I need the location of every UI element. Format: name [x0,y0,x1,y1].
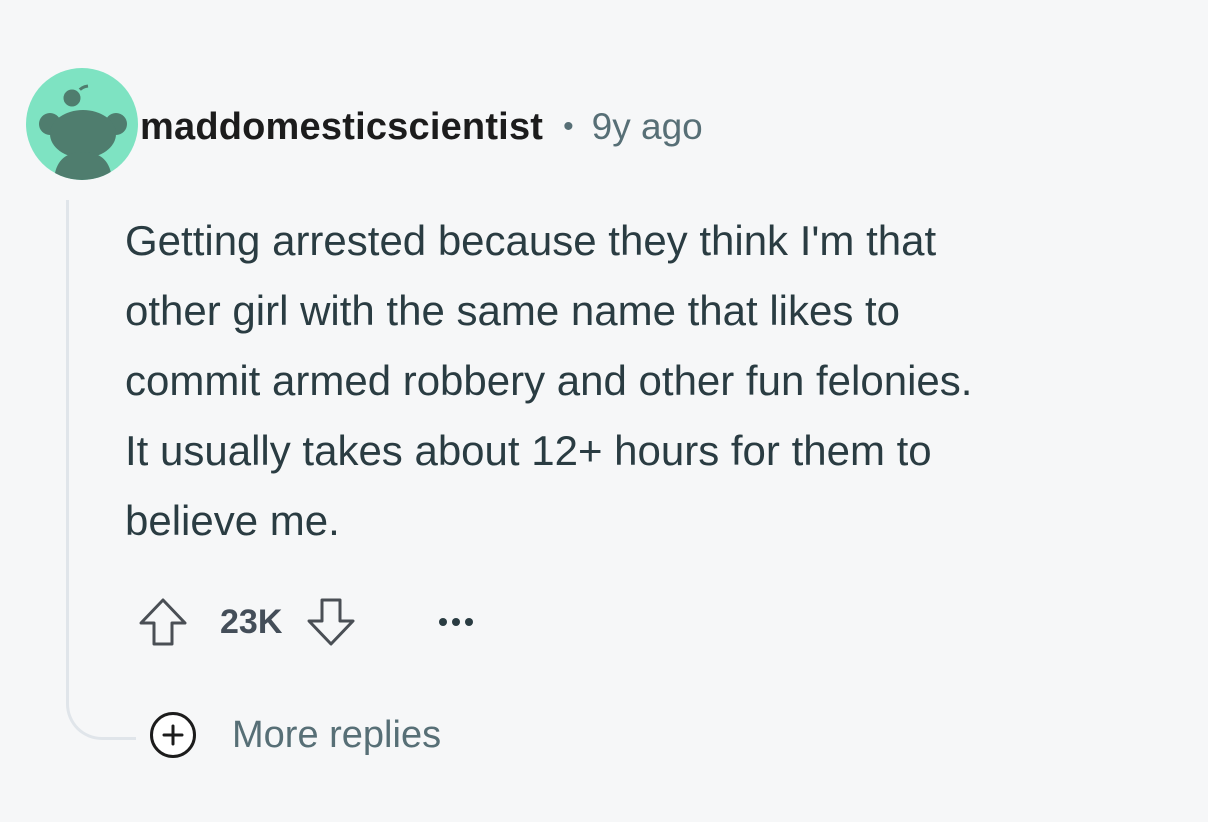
comment-actions: 23K [136,592,474,652]
snoo-icon [39,84,127,180]
plus-circle-icon [150,712,196,758]
comment-line: commit armed robbery and other fun felon… [125,357,973,404]
vote-score: 23K [220,602,283,641]
comment: maddomesticscientist • 9y ago Getting ar… [0,0,1208,822]
avatar[interactable] [26,68,138,180]
comment-body: Getting arrested because they think I'm … [125,206,1185,556]
downvote-arrow-icon [307,598,355,646]
more-options-button[interactable] [438,616,474,628]
more-replies-button[interactable]: More replies [150,707,441,763]
more-replies-label: More replies [232,713,442,756]
upvote-button[interactable] [136,595,190,649]
comment-line: believe me. [125,497,340,544]
meta-separator: • [563,110,574,143]
comment-line: Getting arrested because they think I'm … [125,217,937,264]
comment-line: other girl with the same name that likes… [125,287,901,334]
upvote-arrow-icon [139,598,187,646]
comment-line: It usually takes about 12+ hours for the… [125,427,932,474]
timestamp[interactable]: 9y ago [592,106,703,148]
downvote-button[interactable] [304,595,358,649]
comment-meta: maddomesticscientist • 9y ago [140,102,703,152]
username[interactable]: maddomesticscientist [140,106,543,149]
ellipsis-icon [439,618,474,626]
